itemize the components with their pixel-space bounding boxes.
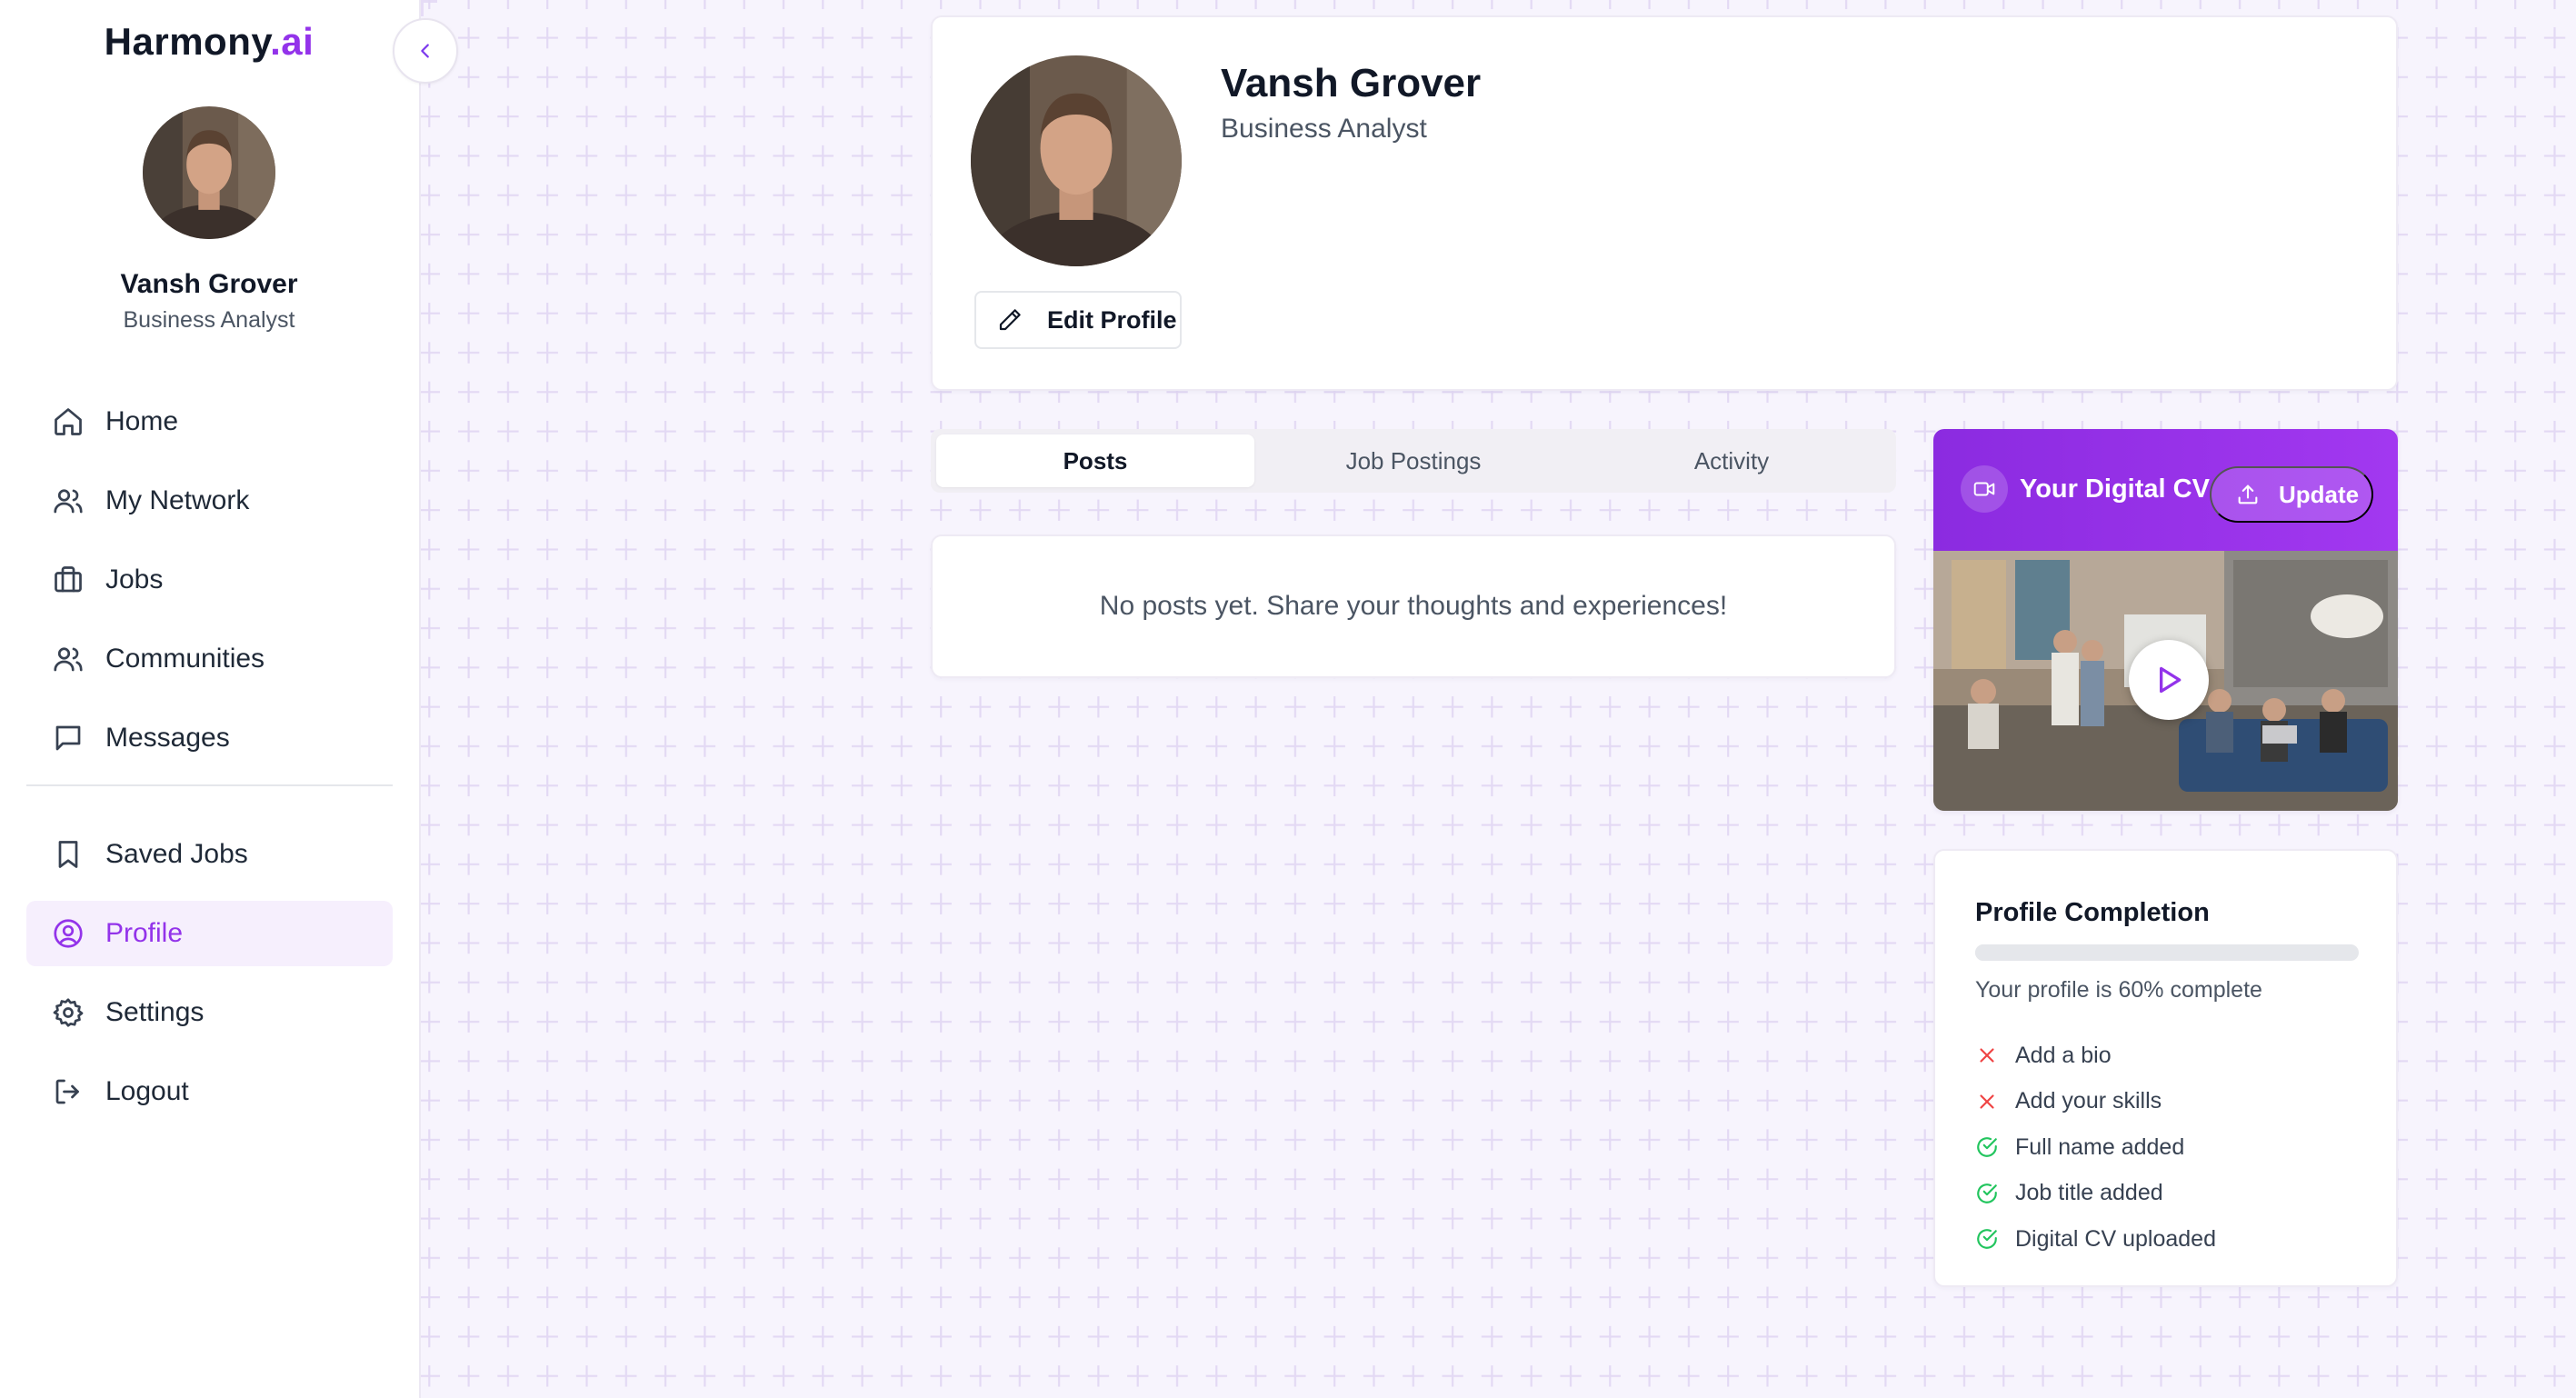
brand-logo[interactable]: Harmony.ai — [0, 20, 418, 64]
tab-activity[interactable]: Activity — [1573, 434, 1891, 487]
sidebar-item-label: My Network — [105, 485, 250, 515]
sidebar-item-logout[interactable]: Logout — [26, 1059, 393, 1124]
sidebar-item-label: Messages — [105, 723, 230, 753]
profile-completion-title: Profile Completion — [1975, 898, 2210, 927]
sidebar-item-label: Home — [105, 406, 179, 436]
sidebar-item-messages[interactable]: Messages — [26, 705, 393, 771]
users-icon — [54, 647, 83, 672]
checklist-item: Full name added — [1975, 1124, 2216, 1171]
sidebar-nav: Home My Network Jobs Communities Message… — [26, 389, 393, 1138]
progress-fill — [1975, 944, 2206, 961]
bookmark-icon — [58, 841, 78, 868]
sidebar-item-settings[interactable]: Settings — [26, 980, 393, 1045]
play-button[interactable] — [2129, 640, 2209, 720]
profile-tabs: Posts Job Postings Activity — [931, 429, 1896, 493]
check-circle-icon — [1977, 1229, 1997, 1250]
checklist-item: Digital CV uploaded — [1975, 1216, 2216, 1263]
x-icon — [1980, 1048, 1994, 1063]
collapse-sidebar-button[interactable] — [393, 18, 458, 84]
sidebar-item-label: Communities — [105, 644, 265, 674]
sidebar-divider — [26, 784, 393, 786]
checklist-item-label: Job title added — [2015, 1180, 2163, 1206]
chevron-left-icon — [421, 44, 429, 58]
sidebar-item-label: Jobs — [105, 564, 164, 594]
posts-card: No posts yet. Share your thoughts and ex… — [931, 534, 1896, 678]
checklist-item-label: Add a bio — [2015, 1042, 2112, 1068]
sidebar-user-name: Vansh Grover — [120, 269, 298, 299]
edit-profile-label: Edit Profile — [1047, 305, 1177, 334]
briefcase-icon — [55, 566, 82, 593]
profile-completion-card: Profile Completion Your profile is 60% c… — [1933, 849, 2398, 1287]
profile-role: Business Analyst — [1221, 114, 1427, 144]
sidebar-item-label: Saved Jobs — [105, 839, 248, 869]
sidebar-item-home[interactable]: Home — [26, 389, 393, 454]
edit-profile-button[interactable]: Edit Profile — [974, 291, 1182, 349]
check-circle-icon — [1977, 1137, 1997, 1158]
sidebar-item-label: Settings — [105, 997, 205, 1027]
checklist-item: Job title added — [1975, 1171, 2216, 1217]
profile-completion-status: Your profile is 60% complete — [1975, 977, 2262, 1003]
sidebar-item-profile[interactable]: Profile — [26, 901, 393, 966]
update-cv-button[interactable]: Update — [2210, 466, 2373, 523]
profile-completion-progress — [1975, 944, 2359, 961]
sidebar-item-communities[interactable]: Communities — [26, 626, 393, 692]
checklist-item: Add a bio — [1975, 1033, 2216, 1079]
sidebar-item-label: Logout — [105, 1076, 189, 1106]
home-icon — [55, 408, 82, 435]
checklist-item-label: Add your skills — [2015, 1088, 2162, 1114]
digital-cv-card: Your Digital CV Update — [1933, 429, 2398, 811]
checklist-item-label: Full name added — [2015, 1133, 2185, 1160]
tab-posts[interactable]: Posts — [936, 434, 1254, 487]
posts-empty-message: No posts yet. Share your thoughts and ex… — [1099, 591, 1728, 621]
sidebar-item-my-network[interactable]: My Network — [26, 468, 393, 534]
sidebar: Harmony.ai Vansh Grover Business Analyst… — [0, 0, 421, 1398]
digital-cv-title: Your Digital CV — [2020, 474, 2210, 504]
gear-icon — [53, 998, 84, 1027]
sidebar-item-saved-jobs[interactable]: Saved Jobs — [26, 822, 393, 887]
x-icon — [1980, 1094, 1994, 1109]
logout-icon — [55, 1079, 79, 1104]
checklist-item: Add your skills — [1975, 1079, 2216, 1125]
users-icon — [54, 489, 83, 514]
sidebar-user-role: Business Analyst — [123, 307, 295, 333]
profile-avatar[interactable] — [971, 55, 1182, 266]
checklist-item-label: Digital CV uploaded — [2015, 1225, 2216, 1252]
user-circle-icon — [54, 919, 83, 948]
upload-icon — [2238, 484, 2258, 504]
digital-cv-video[interactable] — [1933, 551, 2398, 811]
avatar[interactable] — [143, 106, 275, 239]
update-cv-label: Update — [2279, 480, 2360, 508]
digital-cv-header: Your Digital CV Update — [1933, 429, 2398, 551]
pencil-icon — [999, 309, 1021, 331]
profile-header-card: Vansh Grover Business Analyst Edit Profi… — [931, 15, 2398, 391]
sidebar-item-jobs[interactable]: Jobs — [26, 547, 393, 613]
play-icon — [2160, 666, 2182, 694]
check-circle-icon — [1977, 1183, 1997, 1203]
video-icon — [1961, 465, 2008, 513]
sidebar-item-label: Profile — [105, 918, 184, 948]
profile-name: Vansh Grover — [1221, 61, 1482, 105]
tab-job-postings[interactable]: Job Postings — [1254, 434, 1573, 487]
completion-checklist: Add a bio Add your skills Full name adde… — [1975, 1033, 2216, 1263]
message-icon — [55, 725, 81, 751]
